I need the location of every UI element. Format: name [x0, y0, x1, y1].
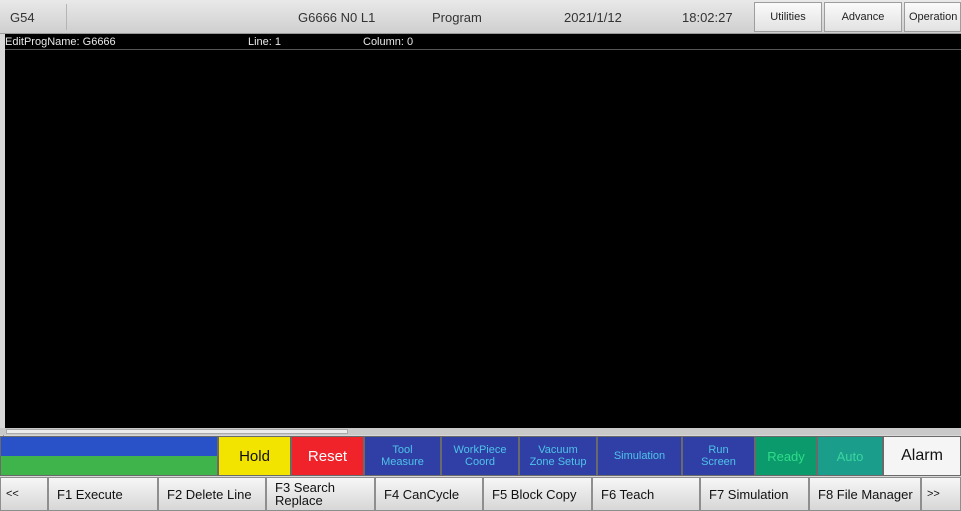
program-position: G6666 N0 L1 [298, 9, 376, 25]
program-editor[interactable] [5, 50, 961, 428]
progress-indicator [0, 436, 218, 476]
next-page-button[interactable]: >> [921, 477, 961, 511]
advance-button[interactable]: Advance [824, 2, 902, 32]
hold-button[interactable]: Hold [218, 436, 291, 476]
f1-execute-button[interactable]: F1 Execute [48, 477, 158, 511]
f5-block-copy-button[interactable]: F5 Block Copy [483, 477, 592, 511]
scroll-left-arrow-icon[interactable] [0, 428, 5, 440]
scrollbar-thumb[interactable] [6, 429, 348, 434]
run-screen-button[interactable]: Run Screen [682, 436, 755, 476]
tool-measure-label-2: Measure [381, 456, 424, 468]
workpiece-coord-button[interactable]: WorkPiece Coord [441, 436, 519, 476]
vacuum-zone-setup-button[interactable]: Vacuum Zone Setup [519, 436, 597, 476]
divider [66, 4, 67, 30]
tool-measure-label-1: Tool [392, 444, 413, 456]
workpiece-coord-label-2: Coord [465, 456, 495, 468]
progress-bar-blue [1, 437, 217, 456]
prev-page-button[interactable]: << [0, 477, 48, 511]
vacuum-zone-label-2: Zone Setup [529, 456, 587, 468]
line-indicator: Line: 1 [248, 36, 282, 48]
run-screen-label-1: Run [708, 444, 729, 456]
time-label: 18:02:27 [682, 9, 733, 25]
edit-prog-name: EditProgName: G6666 [5, 36, 116, 48]
run-screen-label-2: Screen [701, 456, 736, 468]
vacuum-zone-label-1: Vacuum [538, 444, 578, 456]
f6-teach-button[interactable]: F6 Teach [592, 477, 700, 511]
operation-button[interactable]: Operation [904, 2, 961, 32]
f4-cancycle-button[interactable]: F4 CanCycle [375, 477, 483, 511]
f3-search-replace-button[interactable]: F3 Search Replace [266, 477, 375, 511]
ready-indicator: Ready [755, 436, 817, 476]
column-indicator: Column: 0 [363, 36, 414, 48]
progress-bar-green [1, 456, 217, 475]
f2-delete-line-button[interactable]: F2 Delete Line [158, 477, 266, 511]
utilities-button[interactable]: Utilities [754, 2, 822, 32]
auto-indicator: Auto [817, 436, 883, 476]
f3-label-2: Replace [275, 493, 323, 508]
mode-label: Program [432, 9, 482, 25]
reset-button[interactable]: Reset [291, 436, 364, 476]
date-label: 2021/1/12 [564, 9, 622, 25]
simulation-button[interactable]: Simulation [597, 436, 682, 476]
tool-measure-button[interactable]: Tool Measure [364, 436, 441, 476]
alarm-button[interactable]: Alarm [883, 436, 961, 476]
f7-simulation-button[interactable]: F7 Simulation [700, 477, 809, 511]
coordinate-system: G54 [10, 9, 35, 25]
f8-file-manager-button[interactable]: F8 File Manager [809, 477, 921, 511]
workpiece-coord-label-1: WorkPiece [453, 444, 507, 456]
